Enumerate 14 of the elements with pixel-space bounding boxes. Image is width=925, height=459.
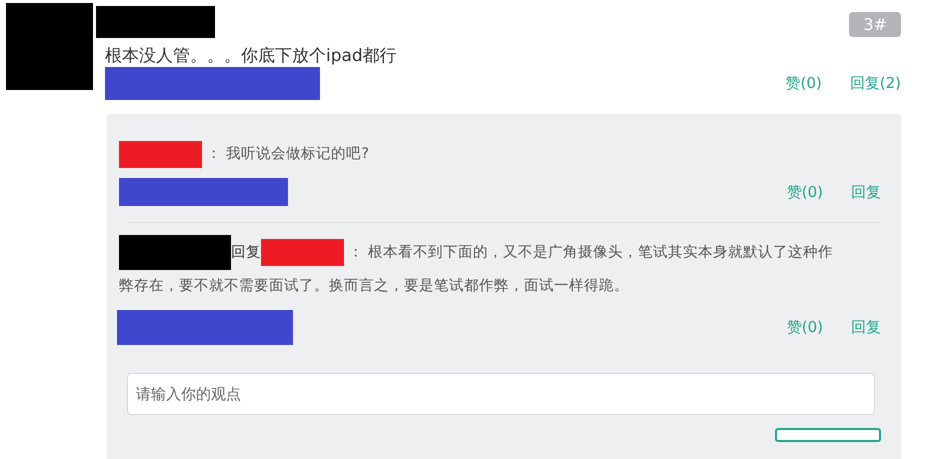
submit-button[interactable] [775,428,881,442]
like-link[interactable]: 赞(0) [786,318,823,337]
comment-text: 弊存在，要不就不需要面试了。换而言之，要是笔试都作弊，面试一样得跪。 [119,276,630,296]
like-link[interactable]: 赞(0) [786,74,822,93]
reply-link[interactable]: 回复 [851,182,881,202]
comment-text: ： 根本看不到下面的，又不是广角摄像头，笔试其实本身就默认了这种作 [348,244,834,260]
reply-link[interactable]: 回复(2) [850,74,901,93]
comment-text: ： 我听说会做标记的吧? [206,146,369,162]
opinion-input[interactable]: 请输入你的观点 [127,373,875,415]
reply-link[interactable]: 回复 [851,318,881,337]
floor-badge: 3# [849,12,901,37]
like-link[interactable]: 赞(0) [786,182,823,202]
reply-label: 回复 [231,244,261,260]
post-text: 根本没人管。。。你底下放个ipad都行 [105,45,398,67]
